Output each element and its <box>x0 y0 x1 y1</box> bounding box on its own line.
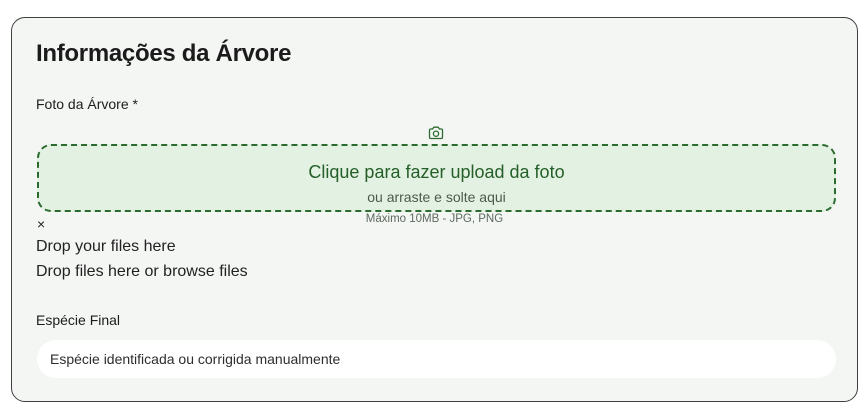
browse-files-text[interactable]: Drop files here or browse files <box>36 263 248 281</box>
species-input[interactable] <box>37 340 836 378</box>
upload-subtitle: ou arraste e solte aqui <box>367 189 506 205</box>
tree-info-card: Informações da Árvore Foto da Árvore * C… <box>11 17 858 402</box>
close-icon[interactable]: × <box>37 216 45 232</box>
upload-title: Clique para fazer upload da foto <box>308 162 565 182</box>
upload-limits: Máximo 10MB - JPG, PNG <box>365 213 504 225</box>
section-title: Informações da Árvore <box>36 40 292 67</box>
camera-icon <box>428 126 444 140</box>
photo-upload-dropzone[interactable]: Clique para fazer upload da foto ou arra… <box>37 144 836 212</box>
photo-field-label: Foto da Árvore * <box>36 96 138 112</box>
drop-files-text: Drop your files here <box>36 238 176 255</box>
species-field-label: Espécie Final <box>36 312 121 328</box>
